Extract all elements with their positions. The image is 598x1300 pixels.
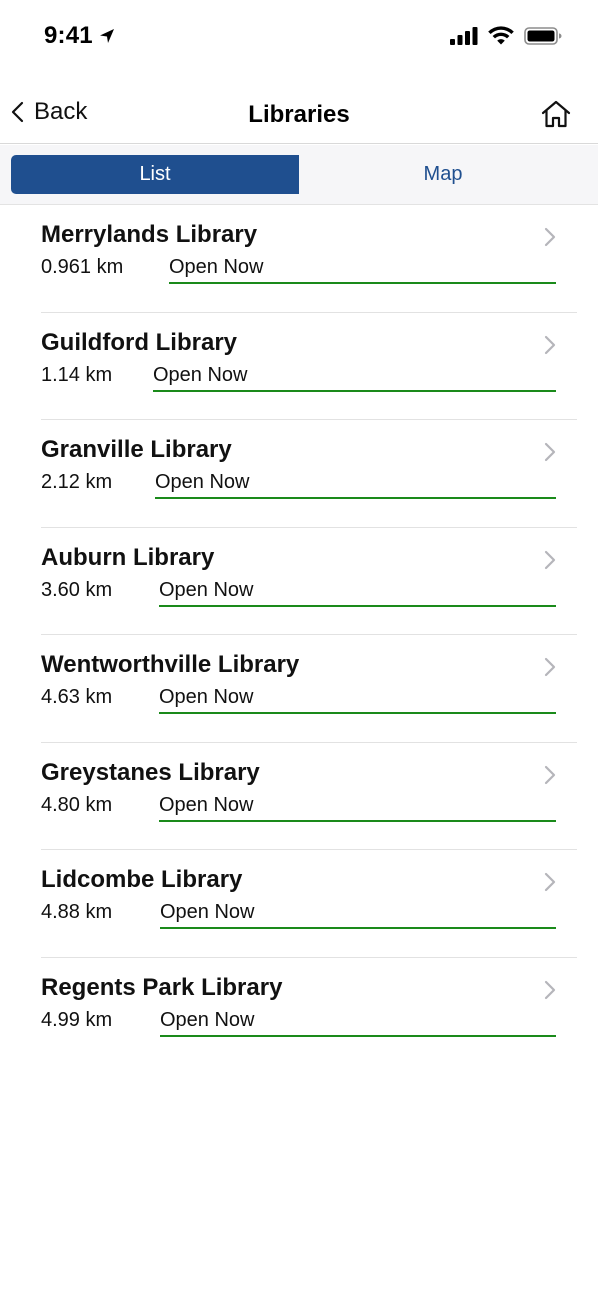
list-item[interactable]: Wentworthville Library 4.63 km Open Now [0, 635, 598, 743]
library-distance: 3.60 km [41, 578, 113, 601]
view-toggle: List Map [0, 145, 598, 205]
tab-map-label: Map [423, 163, 463, 185]
wifi-icon [488, 26, 514, 45]
library-distance: 4.80 km [41, 793, 113, 816]
chevron-left-icon [11, 101, 24, 123]
library-name: Merrylands Library [41, 221, 258, 248]
list-item[interactable]: Auburn Library 3.60 km Open Now [0, 528, 598, 636]
cellular-signal-icon [450, 26, 478, 45]
library-distance: 2.12 km [41, 471, 113, 493]
status-icons [450, 26, 562, 45]
list-item[interactable]: Lidcombe Library 4.88 km Open Now [0, 850, 598, 958]
battery-icon [524, 26, 562, 45]
open-status: Open Now [169, 256, 556, 284]
back-button[interactable]: Back [10, 80, 87, 144]
back-button-label: Back [34, 98, 88, 125]
library-name: Guildford Library [41, 328, 238, 356]
open-status: Open Now [155, 471, 556, 499]
chevron-right-icon [544, 550, 556, 569]
library-list: Merrylands Library 0.961 km Open Now Gui… [0, 205, 598, 1065]
status-bar: 9:41 [0, 0, 598, 72]
open-status: Open Now [160, 1009, 556, 1037]
navigation-bar: Back Libraries [0, 80, 598, 144]
chevron-right-icon [544, 657, 556, 677]
home-icon[interactable] [540, 98, 572, 130]
chevron-right-icon [544, 872, 556, 892]
list-item[interactable]: Granville Library 2.12 km Open Now [0, 420, 598, 528]
library-name: Regents Park Library [41, 973, 283, 1001]
tab-list[interactable]: List [11, 155, 299, 194]
chevron-right-icon [544, 335, 556, 354]
status-time: 9:41 [44, 22, 115, 50]
clock-text: 9:41 [44, 22, 93, 49]
library-distance: 4.63 km [41, 686, 113, 708]
open-status: Open Now [153, 364, 556, 392]
library-name: Auburn Library [41, 543, 215, 571]
location-arrow-icon [99, 29, 114, 43]
open-status: Open Now [159, 686, 556, 714]
list-item[interactable]: Guildford Library 1.14 km Open Now [0, 313, 598, 421]
library-distance: 4.99 km [41, 1008, 113, 1031]
list-item[interactable]: Merrylands Library 0.961 km Open Now [0, 205, 598, 313]
library-distance: 1.14 km [41, 363, 113, 386]
open-status: Open Now [159, 794, 556, 822]
page-title: Libraries [248, 101, 350, 128]
library-name: Greystanes Library [41, 758, 260, 786]
library-distance: 4.88 km [41, 901, 113, 923]
library-distance: 0.961 km [41, 256, 124, 278]
library-name: Granville Library [41, 436, 232, 463]
chevron-right-icon [544, 227, 556, 247]
list-item[interactable]: Regents Park Library 4.99 km Open Now [0, 958, 598, 1066]
open-status: Open Now [159, 579, 556, 607]
tab-list-label: List [139, 163, 171, 185]
chevron-right-icon [544, 765, 556, 784]
chevron-right-icon [544, 980, 556, 999]
tab-map[interactable]: Map [299, 155, 587, 194]
open-status: Open Now [160, 901, 556, 929]
library-name: Lidcombe Library [41, 866, 243, 893]
library-name: Wentworthville Library [41, 651, 300, 678]
chevron-right-icon [544, 442, 556, 462]
list-item[interactable]: Greystanes Library 4.80 km Open Now [0, 743, 598, 851]
